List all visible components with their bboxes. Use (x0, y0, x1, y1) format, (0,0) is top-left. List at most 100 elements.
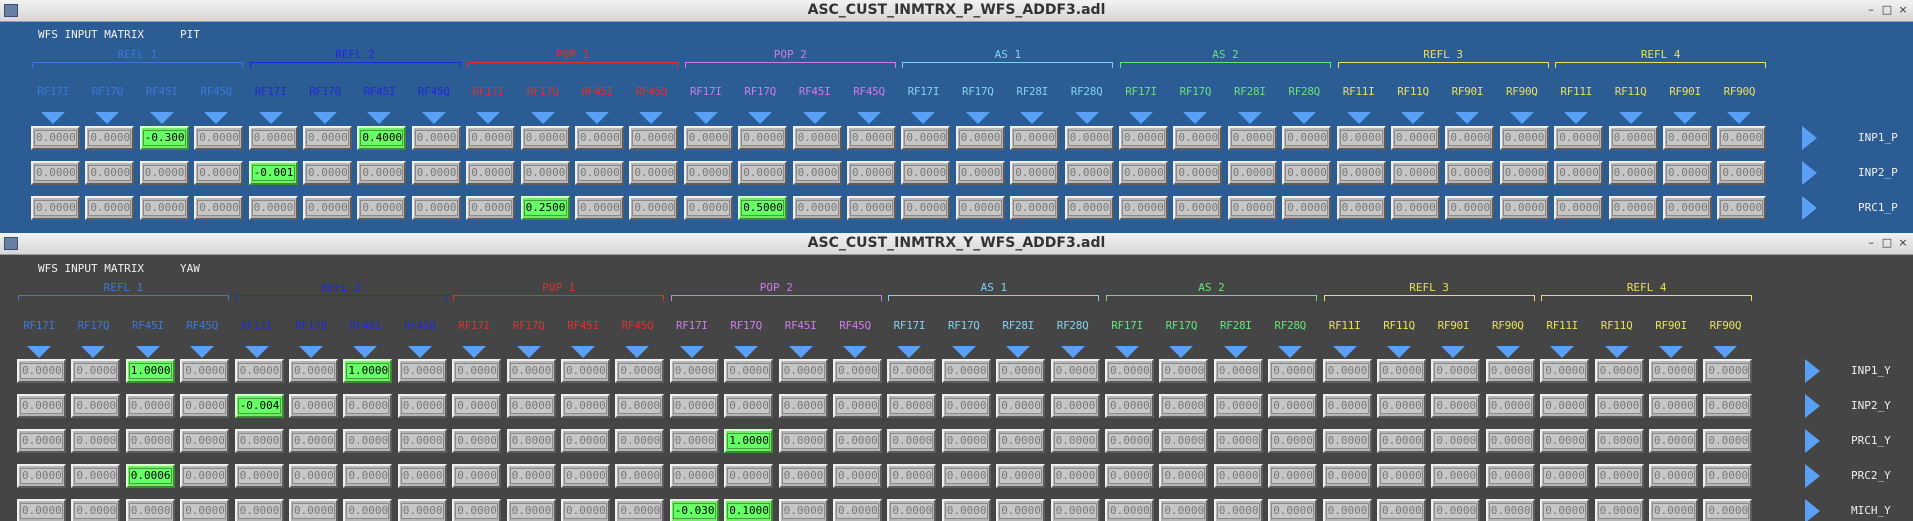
matrix-element[interactable]: 0.00000 (683, 126, 733, 150)
matrix-element[interactable]: 0.00000 (125, 429, 175, 453)
matrix-value[interactable]: 0.00000 (1611, 165, 1655, 181)
column-header[interactable]: RF45Q (612, 319, 662, 358)
column-arrow-icon[interactable] (1332, 346, 1357, 358)
column-header[interactable]: RF17I (898, 85, 948, 124)
minimize-icon[interactable]: – (1865, 236, 1877, 249)
column-header[interactable]: RF45I (776, 319, 826, 358)
matrix-element[interactable]: 0.10000 (724, 499, 774, 521)
column-arrow-icon[interactable] (1115, 346, 1139, 358)
matrix-value[interactable]: 0.00000 (1706, 433, 1750, 449)
matrix-value[interactable]: 0.00000 (1597, 398, 1641, 414)
row-arrow-icon[interactable] (1805, 394, 1820, 418)
column-arrow-icon[interactable] (1673, 112, 1697, 124)
column-header[interactable]: RF45Q (409, 85, 459, 124)
column-arrow-icon[interactable] (421, 112, 446, 124)
matrix-value[interactable]: 0.00000 (183, 503, 227, 519)
column-arrow-icon[interactable] (1223, 346, 1248, 358)
matrix-element[interactable]: 0.00000 (901, 126, 951, 150)
matrix-value[interactable]: 0.00000 (1339, 130, 1383, 146)
matrix-element[interactable]: 0.00000 (629, 126, 679, 150)
matrix-element[interactable]: 0.00000 (125, 394, 175, 418)
matrix-element[interactable]: 0.00000 (901, 161, 951, 185)
matrix-element[interactable]: 0.00000 (1322, 429, 1372, 453)
matrix-element[interactable]: 0.00000 (1649, 429, 1698, 453)
matrix-value[interactable]: 0.00000 (346, 468, 390, 484)
matrix-value[interactable]: 0.00000 (1597, 433, 1641, 449)
matrix-element[interactable]: 0.00000 (357, 161, 407, 185)
column-arrow-icon[interactable] (802, 112, 827, 124)
matrix-element[interactable]: 0.00000 (833, 464, 882, 488)
matrix-value[interactable]: 0.00000 (1652, 503, 1695, 519)
matrix-element[interactable]: 0.00000 (847, 196, 896, 220)
column-header[interactable]: RF90I (1428, 319, 1478, 358)
matrix-element[interactable]: 0.00000 (615, 429, 665, 453)
matrix-element[interactable]: 0.00000 (1485, 499, 1535, 521)
close-icon[interactable]: × (1897, 236, 1909, 249)
matrix-element[interactable]: 0.00000 (397, 464, 447, 488)
matrix-value[interactable]: 0.00000 (1502, 200, 1546, 216)
matrix-element[interactable]: 0.00000 (575, 126, 624, 150)
matrix-element[interactable]: 0.00000 (1594, 394, 1644, 418)
matrix-element[interactable]: 0.00000 (180, 464, 230, 488)
column-arrow-icon[interactable] (313, 112, 337, 124)
matrix-element[interactable]: 0.00000 (125, 499, 175, 521)
column-arrow-icon[interactable] (1618, 112, 1643, 124)
matrix-value[interactable]: 0.00000 (183, 433, 227, 449)
matrix-value[interactable]: 0.00000 (1162, 363, 1206, 379)
row-arrow-icon[interactable] (1802, 196, 1817, 220)
matrix-element[interactable]: 0.00061 (125, 464, 175, 488)
matrix-value[interactable]: 0.00000 (890, 468, 934, 484)
matrix-element[interactable]: 0.00000 (1391, 161, 1440, 185)
matrix-element[interactable]: 0.00000 (1119, 196, 1168, 220)
column-header[interactable]: RF17I (14, 319, 64, 358)
column-arrow-icon[interactable] (911, 112, 936, 124)
matrix-element[interactable]: 0.00000 (1499, 161, 1549, 185)
matrix-element[interactable]: 0.00000 (1540, 394, 1590, 418)
column-arrow-icon[interactable] (1604, 346, 1629, 358)
column-header[interactable]: RF45I (123, 319, 173, 358)
matrix-value[interactable]: 0.00000 (1434, 363, 1478, 379)
matrix-element[interactable]: 0.00000 (561, 429, 610, 453)
matrix-value[interactable]: 0.00000 (142, 200, 186, 216)
matrix-value[interactable]: 0.00000 (795, 165, 839, 181)
matrix-element[interactable]: 0.00000 (1050, 499, 1100, 521)
matrix-value[interactable]: 0.00000 (958, 165, 1002, 181)
column-header[interactable]: RF17I (681, 85, 731, 124)
matrix-value[interactable]: 0.00000 (1162, 398, 1206, 414)
column-header[interactable]: RF45I (790, 85, 840, 124)
matrix-element[interactable]: 0.00000 (1391, 126, 1440, 150)
column-header[interactable]: RF11Q (1606, 85, 1656, 124)
column-header[interactable]: RF11Q (1374, 319, 1424, 358)
matrix-element[interactable]: 0.00000 (1703, 359, 1753, 383)
matrix-value[interactable]: 0.00000 (1488, 433, 1532, 449)
matrix-value[interactable]: 0.00000 (904, 200, 948, 216)
matrix-value[interactable]: 0.00000 (836, 468, 879, 484)
matrix-element[interactable]: 0.00000 (1282, 161, 1332, 185)
matrix-element[interactable]: 0.00000 (1649, 394, 1698, 418)
column-arrow-icon[interactable] (1550, 346, 1575, 358)
column-arrow-icon[interactable] (857, 112, 881, 124)
matrix-element[interactable]: 0.00000 (792, 196, 842, 220)
matrix-value[interactable]: 0.00000 (74, 503, 118, 519)
matrix-value[interactable]: 0.00000 (1271, 433, 1315, 449)
matrix-value[interactable]: 0.00000 (1216, 363, 1260, 379)
column-header[interactable]: RF17Q (953, 85, 1003, 124)
matrix-element[interactable]: 0.00000 (289, 394, 338, 418)
row-arrow-icon[interactable] (1805, 429, 1820, 453)
matrix-element[interactable]: 0.50000 (738, 196, 788, 220)
column-header[interactable]: RF90Q (1714, 85, 1764, 124)
matrix-value[interactable]: 0.00000 (578, 200, 621, 216)
matrix-element[interactable]: 0.00000 (139, 161, 189, 185)
matrix-element[interactable]: 0.00000 (1105, 464, 1154, 488)
matrix-element[interactable]: 0.00000 (452, 394, 502, 418)
column-header[interactable]: RF28I (993, 319, 1043, 358)
matrix-value[interactable]: 0.00000 (944, 433, 988, 449)
column-arrow-icon[interactable] (1183, 112, 1208, 124)
matrix-element[interactable]: 0.00000 (1336, 196, 1386, 220)
column-header[interactable]: RF11Q (1388, 85, 1438, 124)
matrix-value[interactable]: 0.00000 (1611, 200, 1655, 216)
matrix-element[interactable]: 0.00000 (1445, 161, 1495, 185)
matrix-element[interactable]: 0.00000 (289, 429, 338, 453)
matrix-value[interactable]: 0.00000 (251, 130, 295, 146)
matrix-value[interactable]: 0.00000 (1325, 433, 1369, 449)
